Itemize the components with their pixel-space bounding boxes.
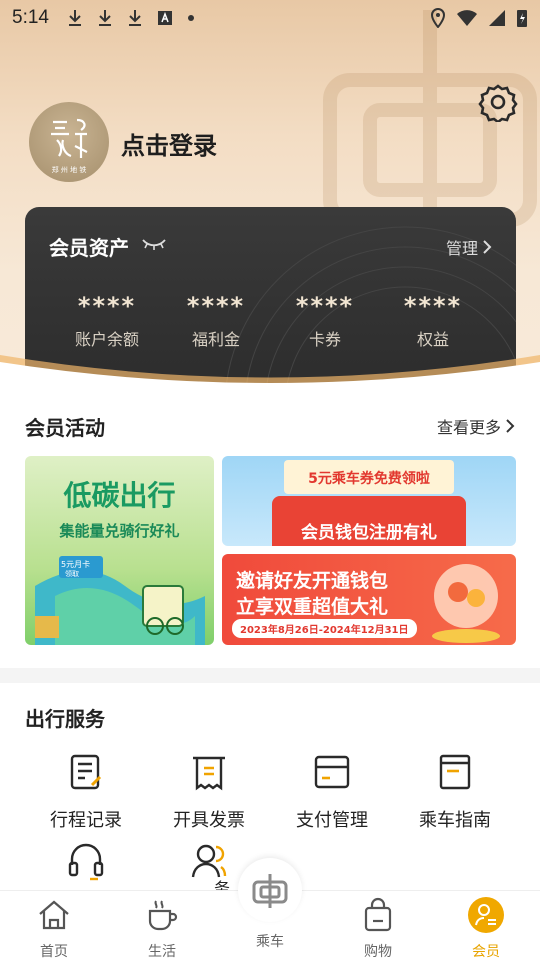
chevron-right-icon <box>483 240 492 254</box>
trip-record-icon <box>70 754 102 790</box>
service-trip-record[interactable]: 行程记录 <box>31 752 141 832</box>
banner-subline: 会员钱包注册有礼 <box>301 523 437 543</box>
tab-home[interactable]: 首页 <box>0 891 108 960</box>
manage-label: 管理 <box>445 239 478 258</box>
service-label: 乘车指南 <box>419 810 491 831</box>
service-label: 行程记录 <box>50 810 122 831</box>
service-payment[interactable]: 支付管理 <box>277 752 387 832</box>
manage-link[interactable]: 管理 <box>446 235 492 259</box>
asset-value: **** <box>186 292 246 320</box>
eco-illustration <box>35 556 205 645</box>
activity-title: 会员活动 <box>25 416 105 440</box>
battery-charging-icon <box>517 10 527 27</box>
banner-headline: 邀请好友开通钱包 <box>236 570 389 592</box>
service-label: 开具发票 <box>173 810 245 831</box>
low-carbon-banner[interactable]: 低碳出行 集能量兑骑行好礼 5元月卡 领取 <box>25 456 214 645</box>
download-icon <box>98 10 111 26</box>
login-link[interactable]: 点击登录 <box>121 126 217 161</box>
tab-label: 首页 <box>40 944 68 960</box>
member-activity-section: 会员活动 查看更多 低碳出行 集能量兑骑行好礼 5元月卡 领取 5元乘车券免费领… <box>0 390 540 668</box>
service-customer-support[interactable] <box>31 841 141 885</box>
banner-tag-sub: 领取 <box>65 570 79 578</box>
tab-label: 会员 <box>472 944 500 960</box>
member-icon <box>468 897 504 933</box>
tab-ride[interactable] <box>238 858 302 922</box>
tab-label: 乘车 <box>256 934 284 950</box>
banner-subline: 集能量兑骑行好礼 <box>59 522 180 540</box>
headset-icon <box>68 843 104 881</box>
download-icon <box>68 10 81 26</box>
status-bar: 5:14 <box>0 0 540 36</box>
service-label: 支付管理 <box>296 810 368 831</box>
tab-shopping[interactable]: 购物 <box>324 891 432 960</box>
invite-friends-banner[interactable]: 邀请好友开通钱包 立享双重超值大礼 2023年8月26日-2024年12月31日 <box>222 554 516 645</box>
free-ride-coupon-banner[interactable]: 5元乘车券免费领啦 会员钱包注册有礼 <box>222 456 516 546</box>
avatar[interactable]: 郑 州 地 铁 <box>29 102 109 182</box>
settings-gear-icon[interactable] <box>478 82 518 122</box>
asset-value: **** <box>403 292 463 320</box>
status-time: 5:14 <box>12 7 49 28</box>
home-icon <box>39 900 69 930</box>
signal-icon <box>489 10 505 26</box>
guide-icon <box>439 754 471 790</box>
banner-date: 2023年8月26日-2024年12月31日 <box>232 619 417 638</box>
service-title: 出行服务 <box>25 707 105 731</box>
shopping-bag-icon <box>364 897 392 932</box>
tab-member[interactable]: 会员 <box>432 891 540 960</box>
banner-headline: 低碳出行 <box>63 479 176 512</box>
view-more-label: 查看更多 <box>436 418 501 437</box>
banner-subline: 立享双重超值大礼 <box>236 596 389 618</box>
avatar-caption: 郑 州 地 铁 <box>52 165 87 174</box>
service-guide[interactable]: 乘车指南 <box>400 752 510 832</box>
coffee-icon <box>148 900 178 931</box>
metro-logo-icon <box>252 874 288 908</box>
assets-title: 会员资产 <box>49 236 129 260</box>
tab-life[interactable]: 生活 <box>108 891 216 960</box>
service-invoice[interactable]: 开具发票 <box>154 752 264 832</box>
more-notifications-dot-icon <box>187 15 194 21</box>
download-icon <box>128 10 141 26</box>
gift-globe-illustration <box>432 564 500 643</box>
tab-label: 生活 <box>148 944 176 960</box>
hide-eye-icon[interactable] <box>141 237 167 251</box>
font-notification-icon <box>157 11 172 25</box>
asset-value: **** <box>77 292 137 320</box>
banner-headline: 5元乘车券免费领啦 <box>308 471 430 487</box>
chevron-right-icon <box>506 419 515 433</box>
asset-value: **** <box>295 292 355 320</box>
wifi-icon <box>457 10 477 26</box>
payment-card-icon <box>314 755 350 789</box>
invoice-icon <box>193 756 225 791</box>
zhengzhou-metro-logo: 郑 州 地 铁 <box>51 118 88 174</box>
tab-label: 购物 <box>364 944 392 960</box>
location-icon <box>430 8 446 28</box>
view-more-link[interactable]: 查看更多 <box>437 414 515 438</box>
